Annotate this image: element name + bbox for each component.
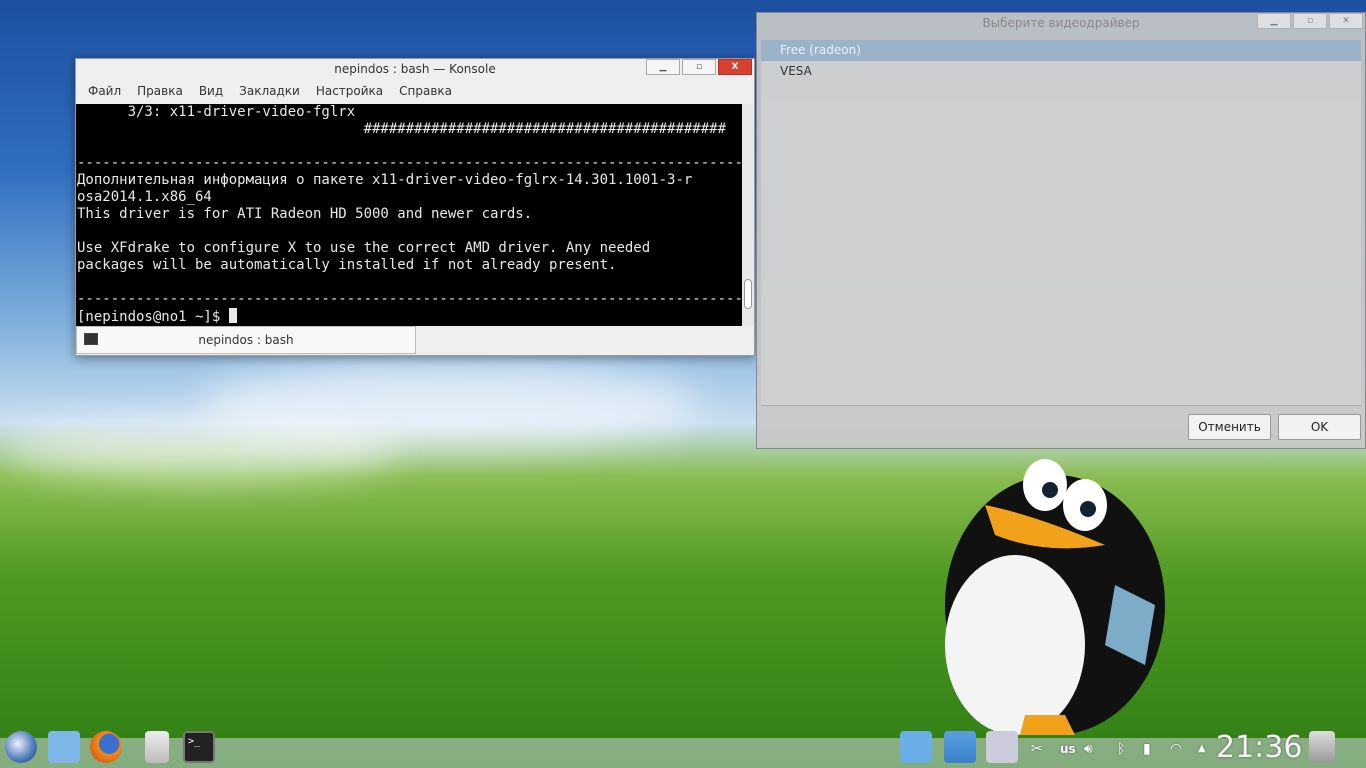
- terminal-line: ----------------------------------------…: [77, 291, 742, 307]
- scrollbar-thumb[interactable]: [744, 279, 752, 309]
- terminal-launcher-icon[interactable]: >_: [183, 731, 215, 763]
- tab-label: nepindos : bash: [198, 333, 294, 347]
- penguin-wallpaper: [945, 459, 1165, 735]
- minimize-button[interactable]: ▁: [646, 59, 680, 75]
- server-icon[interactable]: [145, 731, 169, 763]
- konsole-window: nepindos : bash — Konsole ▁ ▫ X Файл Правк…: [75, 58, 755, 356]
- keyboard-layout[interactable]: us: [1060, 738, 1076, 760]
- menu-edit[interactable]: Правка: [129, 84, 191, 98]
- menu-settings[interactable]: Настройка: [308, 84, 391, 98]
- video-driver-dialog: Выберите видеодрайвер ▁ ▫ ✕ Free (radeon) …: [756, 12, 1366, 449]
- list-item[interactable]: Free (radeon): [761, 40, 1361, 61]
- menu-bar: Файл Правка Вид Закладки Настройка Справ…: [76, 79, 754, 103]
- maximize-button[interactable]: ▫: [682, 59, 716, 75]
- terminal-line: osa2014.1.x86_64: [77, 189, 212, 205]
- menu-view[interactable]: Вид: [191, 84, 231, 98]
- terminal-icon: [84, 333, 98, 345]
- file-manager-icon[interactable]: [48, 731, 80, 763]
- scrollbar[interactable]: [742, 104, 754, 326]
- settings-icon[interactable]: [986, 731, 1018, 763]
- terminal-line: Use XFdrake to configure X to use the co…: [77, 240, 651, 256]
- terminal-line: Дополнительная информация о пакете x11-d…: [77, 172, 693, 188]
- menu-file[interactable]: Файл: [80, 84, 129, 98]
- terminal-line: packages will be automatically installed…: [77, 257, 617, 273]
- bluetooth-icon[interactable]: ᛒ: [1117, 738, 1125, 760]
- terminal-line: ########################################…: [77, 121, 727, 137]
- scissors-icon[interactable]: ✂: [1031, 738, 1043, 760]
- title-bar[interactable]: nepindos : bash — Konsole ▁ ▫ X: [76, 59, 754, 79]
- wifi-icon[interactable]: ◠: [1170, 738, 1182, 760]
- close-button[interactable]: ✕: [1329, 13, 1363, 29]
- close-button[interactable]: X: [718, 59, 752, 75]
- prompt-line: [nepindos@no1 ~]$: [77, 308, 742, 325]
- expand-tray-icon[interactable]: ▲: [1198, 738, 1206, 760]
- ok-button[interactable]: OK: [1278, 414, 1361, 440]
- menu-bookmarks[interactable]: Закладки: [231, 84, 308, 98]
- shell-prompt: [nepindos@no1 ~]$: [77, 309, 229, 325]
- terminal-line: 3/3: x11-driver-video-fglrx: [77, 104, 356, 120]
- driver-list: Free (radeon) VESA: [761, 40, 1361, 406]
- clock[interactable]: 21:36: [1216, 728, 1302, 768]
- terminal-line: This driver is for ATI Radeon HD 5000 an…: [77, 206, 533, 222]
- terminal-output[interactable]: 3/3: x11-driver-video-fglrx ############…: [76, 104, 742, 326]
- maximize-button[interactable]: ▫: [1293, 13, 1327, 29]
- launcher-menu-icon[interactable]: [5, 731, 37, 763]
- list-item[interactable]: VESA: [761, 61, 1361, 82]
- terminal-line: ----------------------------------------…: [77, 155, 742, 171]
- dialog-title: Выберите видеодрайвер: [982, 16, 1140, 30]
- tab-bash[interactable]: nepindos : bash: [76, 326, 416, 354]
- firefox-icon[interactable]: [90, 731, 122, 763]
- cursor: [228, 308, 237, 323]
- cloud: [0, 420, 400, 480]
- menu-help[interactable]: Справка: [391, 84, 460, 98]
- trash-icon[interactable]: [1309, 731, 1335, 763]
- cancel-button[interactable]: Отменить: [1188, 414, 1271, 440]
- battery-icon[interactable]: ▮: [1143, 738, 1151, 760]
- downloads-folder-icon[interactable]: [900, 731, 932, 763]
- volume-icon[interactable]: 🔊︎: [1084, 738, 1093, 760]
- dialog-title-bar[interactable]: Выберите видеодрайвер ▁ ▫ ✕: [757, 13, 1365, 33]
- windows-icon[interactable]: [944, 731, 976, 763]
- minimize-button[interactable]: ▁: [1257, 13, 1291, 29]
- window-title: nepindos : bash — Konsole: [334, 62, 496, 76]
